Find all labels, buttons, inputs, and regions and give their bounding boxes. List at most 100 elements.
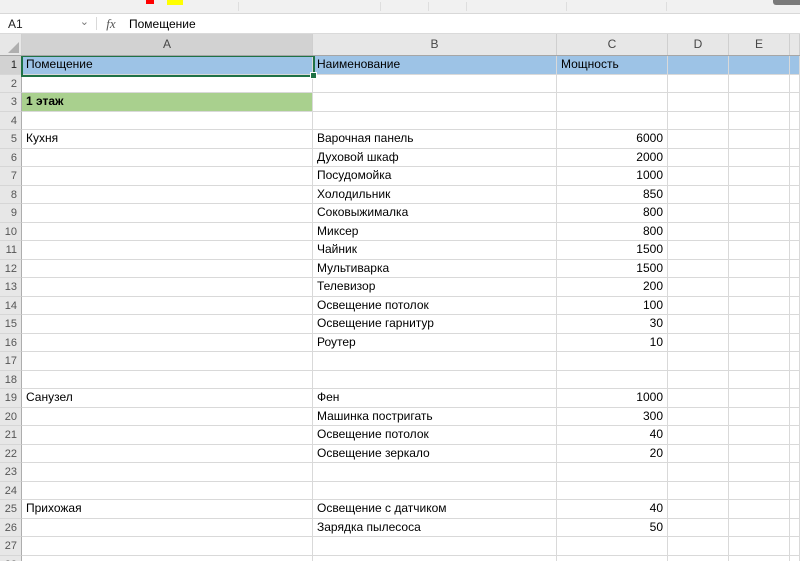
cell-A7[interactable] [22, 167, 313, 186]
cell-A5[interactable]: Кухня [22, 130, 313, 149]
cell-F14[interactable] [790, 296, 800, 315]
cell-D7[interactable] [668, 167, 729, 186]
cell-B2[interactable] [313, 74, 557, 93]
row-header-17[interactable]: 17 [0, 352, 22, 371]
cell-B19[interactable]: Фен [313, 389, 557, 408]
chevron-down-icon[interactable]: ⌄ [80, 15, 89, 28]
cell-E4[interactable] [729, 111, 790, 130]
cell-E27[interactable] [729, 537, 790, 556]
name-box[interactable]: A1 ⌄ [0, 14, 96, 33]
cell-F3[interactable] [790, 93, 800, 112]
cell-B1[interactable]: Наименование [313, 56, 557, 75]
cell-F19[interactable] [790, 389, 800, 408]
cell-B22[interactable]: Освещение зеркало [313, 444, 557, 463]
cell-C13[interactable]: 200 [557, 278, 668, 297]
cell-A19[interactable]: Санузел [22, 389, 313, 408]
cell-B23[interactable] [313, 463, 557, 482]
cell-A22[interactable] [22, 444, 313, 463]
cell-C5[interactable]: 6000 [557, 130, 668, 149]
row-header-26[interactable]: 26 [0, 518, 22, 537]
cell-D25[interactable] [668, 500, 729, 519]
cell-D22[interactable] [668, 444, 729, 463]
cell-A9[interactable] [22, 204, 313, 223]
row-header-23[interactable]: 23 [0, 463, 22, 482]
cell-D13[interactable] [668, 278, 729, 297]
cell-B15[interactable]: Освещение гарнитур [313, 315, 557, 334]
row-header-21[interactable]: 21 [0, 426, 22, 445]
cell-F15[interactable] [790, 315, 800, 334]
cell-B3[interactable] [313, 93, 557, 112]
cell-E22[interactable] [729, 444, 790, 463]
cell-A27[interactable] [22, 537, 313, 556]
cell-E26[interactable] [729, 518, 790, 537]
cell-B24[interactable] [313, 481, 557, 500]
cell-B18[interactable] [313, 370, 557, 389]
cell-F28[interactable] [790, 555, 800, 561]
column-header-E[interactable]: E [729, 34, 790, 55]
cell-D15[interactable] [668, 315, 729, 334]
cell-D4[interactable] [668, 111, 729, 130]
cell-F17[interactable] [790, 352, 800, 371]
cell-F7[interactable] [790, 167, 800, 186]
cell-D27[interactable] [668, 537, 729, 556]
cell-D12[interactable] [668, 259, 729, 278]
cell-A13[interactable] [22, 278, 313, 297]
cell-A24[interactable] [22, 481, 313, 500]
cell-D26[interactable] [668, 518, 729, 537]
cell-D20[interactable] [668, 407, 729, 426]
cell-D28[interactable] [668, 555, 729, 561]
cell-A25[interactable]: Прихожая [22, 500, 313, 519]
cell-E14[interactable] [729, 296, 790, 315]
cell-A16[interactable] [22, 333, 313, 352]
cell-D21[interactable] [668, 426, 729, 445]
cell-A23[interactable] [22, 463, 313, 482]
cell-E11[interactable] [729, 241, 790, 260]
cell-B9[interactable]: Соковыжималка [313, 204, 557, 223]
cell-F4[interactable] [790, 111, 800, 130]
cell-F11[interactable] [790, 241, 800, 260]
cell-C6[interactable]: 2000 [557, 148, 668, 167]
cell-C22[interactable]: 20 [557, 444, 668, 463]
cell-A18[interactable] [22, 370, 313, 389]
cell-F9[interactable] [790, 204, 800, 223]
cell-F5[interactable] [790, 130, 800, 149]
cell-D8[interactable] [668, 185, 729, 204]
cell-D16[interactable] [668, 333, 729, 352]
row-header-4[interactable]: 4 [0, 111, 22, 130]
cell-D10[interactable] [668, 222, 729, 241]
cell-E2[interactable] [729, 74, 790, 93]
cell-D14[interactable] [668, 296, 729, 315]
cell-C10[interactable]: 800 [557, 222, 668, 241]
row-header-25[interactable]: 25 [0, 500, 22, 519]
cell-E1[interactable] [729, 56, 790, 75]
row-header-28[interactable]: 28 [0, 555, 22, 561]
row-header-24[interactable]: 24 [0, 481, 22, 500]
cell-B7[interactable]: Посудомойка [313, 167, 557, 186]
cell-C19[interactable]: 1000 [557, 389, 668, 408]
row-header-1[interactable]: 1 [0, 56, 22, 75]
row-header-11[interactable]: 11 [0, 241, 22, 260]
cell-E7[interactable] [729, 167, 790, 186]
cell-F24[interactable] [790, 481, 800, 500]
cell-F13[interactable] [790, 278, 800, 297]
cell-E24[interactable] [729, 481, 790, 500]
cell-A26[interactable] [22, 518, 313, 537]
row-header-3[interactable]: 3 [0, 93, 22, 112]
row-header-16[interactable]: 16 [0, 333, 22, 352]
cell-C4[interactable] [557, 111, 668, 130]
cell-B11[interactable]: Чайник [313, 241, 557, 260]
cell-B25[interactable]: Освещение с датчиком [313, 500, 557, 519]
cell-F23[interactable] [790, 463, 800, 482]
row-header-22[interactable]: 22 [0, 444, 22, 463]
cell-A14[interactable] [22, 296, 313, 315]
cell-B5[interactable]: Варочная панель [313, 130, 557, 149]
font-color-button[interactable] [146, 0, 154, 4]
column-header-D[interactable]: D [668, 34, 729, 55]
cell-C26[interactable]: 50 [557, 518, 668, 537]
cell-B17[interactable] [313, 352, 557, 371]
cell-C28[interactable] [557, 555, 668, 561]
cell-A8[interactable] [22, 185, 313, 204]
cell-B10[interactable]: Миксер [313, 222, 557, 241]
row-header-5[interactable]: 5 [0, 130, 22, 149]
cell-C23[interactable] [557, 463, 668, 482]
